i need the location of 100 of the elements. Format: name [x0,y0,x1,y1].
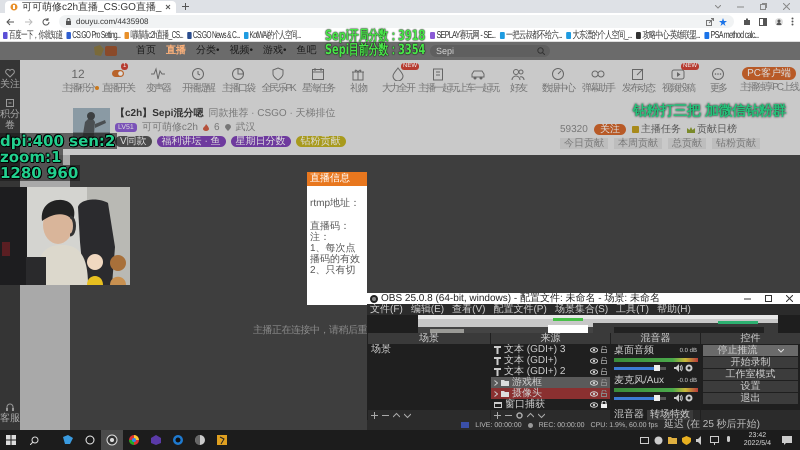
browser-tab[interactable]: 可可萌修c2h直播_CS:GO直播_ [5,1,176,13]
address-bar[interactable]: douyu.com/4435908 [59,15,734,28]
volume-slider[interactable] [614,396,666,400]
gear-icon[interactable] [685,394,693,402]
gift-icon[interactable] [351,66,365,80]
bookmark-icon [3,32,8,39]
circle-icon[interactable] [231,66,245,80]
bookmark[interactable]: 攻略中心-英雄联盟... [636,30,700,41]
menu-item[interactable]: 配置文件(P) [493,304,547,315]
eye-icon[interactable] [590,358,598,364]
source-item[interactable]: 窗口捕获 [491,399,610,410]
bookmark[interactable]: 百度一下，你就知道 [3,30,62,41]
video-icon[interactable] [671,66,685,80]
folder-icon[interactable] [668,436,677,444]
menu-item[interactable]: 文件(F) [370,304,403,315]
menu-icon[interactable] [791,17,794,26]
steam-icon[interactable] [654,436,663,444]
source-item[interactable]: 文本 (GDI+) [491,355,610,366]
taskbar-app[interactable] [101,430,123,450]
down-icon[interactable] [404,412,411,418]
unlock-icon[interactable] [601,368,607,375]
bookmark[interactable]: 喵喵喵c2h直播_CS... [124,30,183,41]
speaker-icon[interactable] [674,364,683,372]
score-overlay: Sepi开局分数：3918 [325,29,426,43]
lock-icon[interactable] [601,401,607,408]
room-tag[interactable]: 福利讲坛 · 鱼 [156,136,226,147]
eye-icon[interactable] [590,346,598,352]
source-item[interactable]: 文本 (GDI+) 2 [491,366,610,377]
wave-icon[interactable] [151,66,165,80]
restore-icon[interactable] [760,3,767,10]
plus-icon[interactable] [494,412,501,418]
bookmark[interactable]: CS:GO Pro Setting... [66,30,120,41]
control-button[interactable]: 设置 [703,381,798,392]
volume-slider[interactable] [614,366,666,370]
gear-icon[interactable] [685,364,693,372]
sidebar-icon[interactable] [759,18,767,26]
up-icon[interactable] [393,412,400,418]
notification-icon[interactable] [782,436,792,444]
scene-item[interactable]: 场景 [368,344,490,355]
unlock-icon[interactable] [601,346,607,353]
clock-icon[interactable] [191,66,205,80]
bookmark[interactable]: 大东漂的个人空间_... [566,30,632,41]
room-tag[interactable]: V同款 [115,136,152,147]
clipboard-icon[interactable] [431,66,445,80]
reload-icon[interactable] [42,18,50,26]
maximize-icon[interactable] [765,295,772,302]
menu-item[interactable]: 查看(V) [452,304,486,315]
task-link[interactable]: 主播任务 [632,124,681,135]
plus-icon[interactable] [371,412,378,418]
network-icon[interactable] [710,436,719,444]
back-icon[interactable] [6,18,15,26]
menu-item[interactable]: 编辑(E) [410,304,444,315]
close-icon[interactable] [165,4,172,10]
down-icon[interactable] [538,412,545,418]
more-icon[interactable] [711,66,725,80]
unlock-icon[interactable] [601,357,607,364]
heart-icon[interactable] [5,68,15,78]
share-icon[interactable] [706,18,714,26]
up-icon[interactable] [527,412,534,418]
bookmark[interactable]: 一把云叔都不给六... [500,30,562,41]
eye-icon[interactable] [590,390,598,396]
control-button[interactable]: 开始录制 [703,357,798,368]
dock-title: 控件 [701,333,800,344]
close-icon[interactable] [786,295,793,302]
gear-icon[interactable] [516,412,523,418]
drop-icon[interactable] [391,66,405,80]
eye-icon[interactable] [590,368,598,374]
speaker-icon[interactable] [674,394,683,402]
bookmark[interactable]: KotWAi的个人空间... [244,30,301,41]
menu-item[interactable]: 场景集合(S) [554,304,608,315]
sidebar-label[interactable]: 客服 [0,413,20,424]
sidebar-label[interactable]: 关注 [0,79,20,90]
control-button[interactable]: 退出 [703,393,798,404]
keyboard-icon[interactable] [640,436,649,444]
rank-link[interactable]: 贡献日榜 [686,124,737,135]
eye-icon[interactable] [590,402,598,408]
new-tab-icon[interactable] [182,3,190,10]
menu-item[interactable]: 帮助(H) [656,304,691,315]
menu-item[interactable]: 工具(T) [616,304,649,315]
pencil-icon[interactable] [631,66,645,80]
gauge-icon[interactable] [551,66,565,80]
bookmark[interactable]: CS:GO News & C... [186,30,240,41]
mixer-tab[interactable]: 转场特效 [647,410,693,420]
headset-icon[interactable] [5,402,15,412]
profile-icon[interactable] [775,18,783,26]
shield-icon[interactable] [682,436,691,444]
bookmark[interactable]: SEPLAY赛玩网 - SE... [430,30,496,41]
people-icon[interactable] [511,66,525,80]
sidebar-label[interactable]: 积分卷 [0,109,20,131]
start-icon[interactable] [6,435,16,445]
mixer-tab[interactable]: 混音器 [611,410,647,420]
control-button[interactable]: 工作室模式 [703,369,798,380]
star-icon[interactable] [719,18,727,26]
search-field[interactable]: Sepi [430,45,550,57]
calendar-icon[interactable] [311,66,325,80]
source-item[interactable]: 摄像头 [491,388,610,399]
game-icon [216,434,228,446]
bookmark[interactable]: PSA method calc... [704,30,758,41]
chevron-down-icon[interactable] [715,4,721,8]
room-tag[interactable]: 星期日分数 [230,136,291,147]
